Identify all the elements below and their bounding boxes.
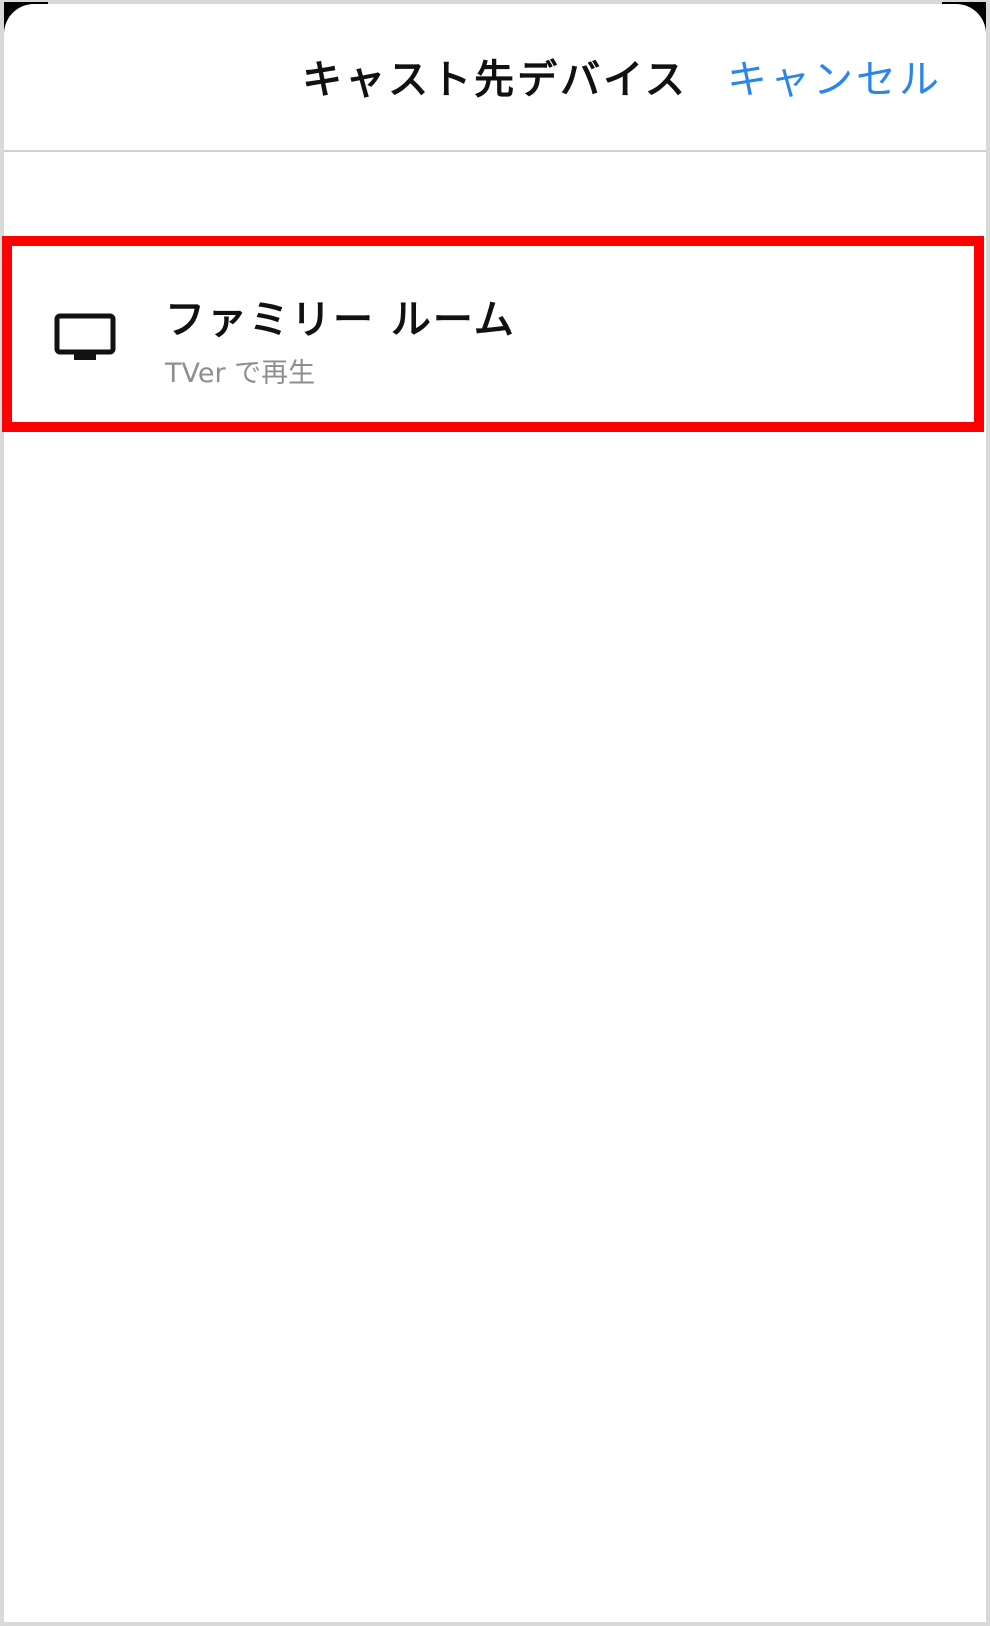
device-subtitle: TVer で再生 xyxy=(165,358,316,389)
device-name: ファミリー ルーム xyxy=(165,297,516,343)
cast-device-sheet: キャスト先デバイス キャンセル ファミリー ルーム TVer で再生 xyxy=(2,4,986,1622)
device-item-family-room[interactable]: ファミリー ルーム TVer で再生 xyxy=(2,236,984,432)
cancel-button[interactable]: キャンセル xyxy=(727,52,942,108)
screen-frame: キャスト先デバイス キャンセル ファミリー ルーム TVer で再生 xyxy=(0,0,990,1626)
sheet-header: キャスト先デバイス キャンセル xyxy=(4,4,986,152)
tv-icon xyxy=(54,313,116,365)
